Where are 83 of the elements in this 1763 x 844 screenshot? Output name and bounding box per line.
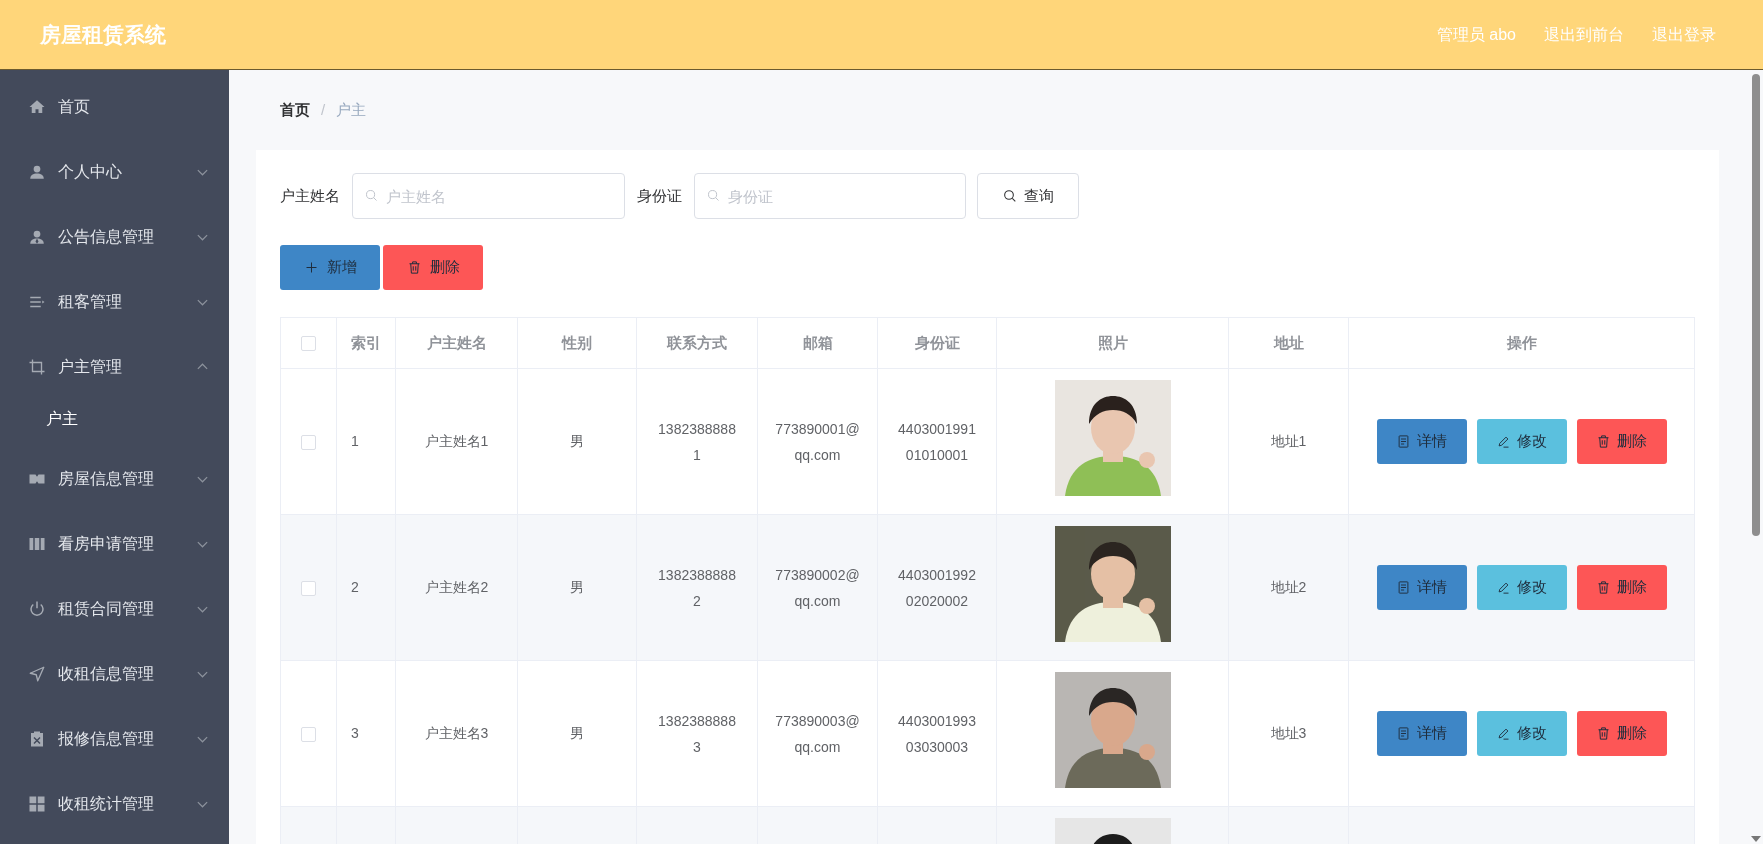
trash-icon [1596,434,1611,449]
table-cell: 男 [570,725,584,741]
table-cell: 地址1 [1270,433,1307,449]
sidebar-item[interactable]: 房屋信息管理 [0,446,229,511]
trash-icon [1596,580,1611,595]
sidebar-item[interactable]: 报修信息管理 [0,706,229,771]
row-action-button[interactable]: 修改 [1476,711,1567,756]
search-icon [706,188,721,203]
row-action-button[interactable]: 修改 [1476,565,1567,610]
breadcrumb-link[interactable]: 首页 [280,98,310,122]
pen-icon [1496,726,1511,741]
breadcrumb-separator: / [321,99,326,120]
sidebar-item[interactable]: 公告信息管理 [0,204,229,269]
table-cell-text: 773890001@qq.com [774,419,861,465]
column-header: 索引 [351,333,381,351]
search-icon [1002,188,1018,204]
pen-icon [1496,580,1511,595]
table-cell: 户主姓名3 [424,725,489,741]
row-action-button[interactable]: 详情 [1376,565,1467,610]
search-icon [364,188,379,203]
document-icon [1396,580,1411,595]
table-cell: 男 [570,433,584,449]
column-header: 身份证 [914,333,960,351]
scroll-down-arrow[interactable] [1751,836,1761,842]
table-cell-text: 440300199303030003 [897,711,977,757]
table-cell-text: 773890002@qq.com [774,565,861,611]
column-header: 照片 [1097,333,1128,351]
row-action-button[interactable]: 修改 [1476,419,1567,464]
table-cell: 1 [351,433,359,449]
table-cell: 户主姓名1 [424,433,489,449]
grid-icon [28,794,46,813]
sidebar-item[interactable]: 首页 [0,74,229,139]
column-header: 户主姓名 [426,333,487,351]
sidebar-item[interactable]: 租赁合同管理 [0,576,229,641]
add-button[interactable]: 新增 [280,245,380,290]
sidebar-item[interactable]: 看房申请管理 [0,511,229,576]
pen-icon [1496,434,1511,449]
column-header: 性别 [562,333,592,351]
table-cell-text: 773890003@qq.com [774,711,861,757]
sidebar-item[interactable]: 收租统计管理 [0,771,229,836]
sidebar-item[interactable]: 个人中心 [0,139,229,204]
search-field[interactable]: 身份证 [694,173,966,219]
table-cell-text: 440300199101010001 [897,419,977,465]
table-cell: 男 [570,579,584,595]
row-action-button[interactable]: 详情 [1376,711,1467,756]
row-action-button[interactable]: 删除 [1576,565,1667,610]
column-header: 联系方式 [667,333,727,351]
table-cell-text: 13823888883 [657,711,737,757]
table-cell: 地址3 [1270,725,1307,741]
scrollbar[interactable] [1752,74,1760,536]
column-header: 操作 [1506,333,1537,351]
table-cell-text: 13823888882 [657,565,737,611]
clipboard-icon [28,729,46,748]
search-field[interactable]: 户主姓名 [352,173,625,219]
checkbox[interactable] [301,336,316,352]
table-cell-text: 440300199202020002 [897,565,977,611]
navigation-icon [28,664,46,683]
table-cell: 户主姓名2 [424,579,489,595]
document-icon [1396,726,1411,741]
field-label: 户主姓名 [280,185,340,206]
row-action-button[interactable]: 详情 [1376,419,1467,464]
crop-icon [28,357,46,376]
table-cell: 2 [351,579,359,595]
sidebar-item[interactable]: 租客管理 [0,269,229,334]
column-header: 地址 [1273,333,1304,351]
document-icon [1396,434,1411,449]
row-action-button[interactable]: 删除 [1576,419,1667,464]
checkbox[interactable] [301,580,316,596]
field-label: 身份证 [637,185,682,206]
checkbox[interactable] [301,434,316,450]
power-icon [28,599,46,618]
trash-icon [1596,726,1611,741]
column-header: 邮箱 [802,333,833,351]
query-button[interactable]: 查询 [977,173,1079,219]
row-action-button[interactable]: 删除 [1576,711,1667,756]
checkbox[interactable] [301,726,316,742]
table-cell: 地址2 [1270,579,1307,595]
sidebar-item[interactable]: 收租信息管理 [0,641,229,706]
table-cell-text: 13823888881 [657,419,737,465]
breadcrumb-current: 户主 [336,99,367,120]
table-cell: 3 [351,725,359,741]
app-title: 房屋租赁系统 [40,21,166,48]
delete-button[interactable]: 删除 [383,245,483,290]
